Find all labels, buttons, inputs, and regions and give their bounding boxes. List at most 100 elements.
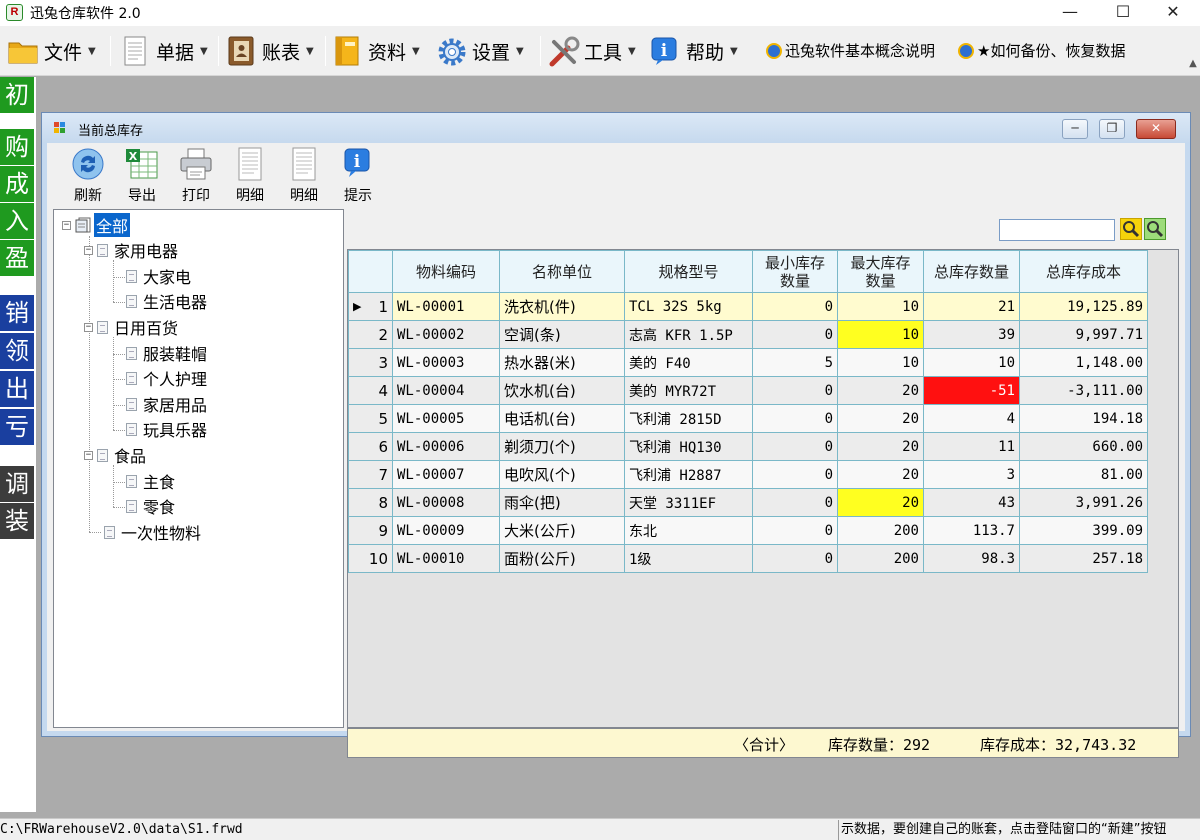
cell-spec[interactable]: 飞利浦 H2887	[624, 460, 753, 489]
toolbar-tips-button[interactable]: i 提示	[333, 147, 383, 207]
cell-code[interactable]: WL-00008	[392, 488, 500, 517]
menu-data[interactable]: 资料 ▼	[332, 34, 420, 68]
menu-help[interactable]: i 帮助 ▼	[650, 34, 738, 68]
tree-node-home-goods[interactable]: 家居用品	[126, 393, 207, 415]
cell-qty[interactable]: 98.3	[923, 544, 1020, 573]
table-row[interactable]: 2 WL-00002 空调(条) 志高 KFR 1.5P 0 10 39 9,997.71	[348, 320, 1148, 349]
tree-node-snacks[interactable]: 零食	[126, 495, 175, 517]
toolbar-print-button[interactable]: 打印	[171, 147, 221, 207]
cell-min[interactable]: 0	[752, 320, 838, 349]
maximize-button[interactable]: ☐	[1100, 0, 1146, 26]
sidebar-btn-transfer[interactable]: 调	[0, 466, 34, 502]
cell-cost[interactable]: 257.18	[1019, 544, 1148, 573]
cell-min[interactable]: 0	[752, 292, 838, 321]
cell-qty[interactable]: 3	[923, 460, 1020, 489]
cell-code[interactable]: WL-00003	[392, 348, 500, 377]
toolbar-refresh-button[interactable]: 刷新	[63, 147, 113, 207]
cell-cost[interactable]: 19,125.89	[1019, 292, 1148, 321]
col-header-min[interactable]: 最小库存 数量	[752, 250, 838, 293]
tree-node-food[interactable]: − 食品	[84, 444, 146, 466]
table-row[interactable]: 3 WL-00003 热水器(米) 美的 F40 5 10 10 1,148.00	[348, 348, 1148, 377]
search-button[interactable]	[1120, 218, 1142, 240]
cell-name[interactable]: 面粉(公斤)	[499, 544, 625, 573]
minimize-button[interactable]: —	[1047, 0, 1093, 26]
cell-min[interactable]: 0	[752, 376, 838, 405]
cell-qty[interactable]: 113.7	[923, 516, 1020, 545]
row-number[interactable]: 7	[348, 460, 393, 489]
cell-min[interactable]: 0	[752, 544, 838, 573]
row-number[interactable]: 8	[348, 488, 393, 517]
cell-qty[interactable]: 11	[923, 432, 1020, 461]
search-input[interactable]	[999, 219, 1115, 241]
cell-spec[interactable]: 美的 F40	[624, 348, 753, 377]
cell-spec[interactable]: 美的 MYR72T	[624, 376, 753, 405]
cell-spec[interactable]: 1级	[624, 544, 753, 573]
tree-node-apparel[interactable]: 服装鞋帽	[126, 342, 207, 364]
menu-file[interactable]: 文件 ▼	[8, 34, 96, 68]
menu-overflow-chevron-icon[interactable]: ▲	[1186, 58, 1200, 72]
sidebar-btn-loss[interactable]: 亏	[0, 409, 34, 445]
tree-node-disposables[interactable]: 一次性物料	[104, 521, 201, 543]
cell-spec[interactable]: 飞利浦 2815D	[624, 404, 753, 433]
sidebar-btn-requisition[interactable]: 领	[0, 333, 34, 369]
cell-cost[interactable]: 660.00	[1019, 432, 1148, 461]
table-row[interactable]: 7 WL-00007 电吹风(个) 飞利浦 H2887 0 20 3 81.00	[348, 460, 1148, 489]
row-number[interactable]: 2	[348, 320, 393, 349]
cell-code[interactable]: WL-00007	[392, 460, 500, 489]
link-concept-guide[interactable]: 迅兔软件基本概念说明	[766, 40, 935, 61]
tree-node-root[interactable]: − 全部	[62, 213, 131, 237]
cell-max[interactable]: 200	[837, 516, 924, 545]
collapse-icon[interactable]: −	[84, 245, 93, 255]
sidebar-btn-surplus[interactable]: 盈	[0, 240, 34, 276]
table-row[interactable]: ▶ 1 WL-00001 洗衣机(件) TCL 32S 5kg 0 10 21 19,125.8…	[348, 292, 1148, 321]
child-restore-button[interactable]: ❐	[1099, 119, 1125, 139]
cell-qty[interactable]: 21	[923, 292, 1020, 321]
row-number[interactable]: 6	[348, 432, 393, 461]
cell-qty[interactable]: 43	[923, 488, 1020, 517]
cell-max[interactable]: 10	[837, 348, 924, 377]
col-header-name[interactable]: 名称单位	[499, 250, 625, 293]
cell-name[interactable]: 空调(条)	[499, 320, 625, 349]
sidebar-btn-sales[interactable]: 销	[0, 295, 34, 331]
cell-name[interactable]: 热水器(米)	[499, 348, 625, 377]
row-number[interactable]: 10	[348, 544, 393, 573]
cell-min[interactable]: 5	[752, 348, 838, 377]
cell-min[interactable]: 0	[752, 488, 838, 517]
sidebar-btn-purchase[interactable]: 购	[0, 129, 34, 165]
cell-max[interactable]: 10	[837, 320, 924, 349]
cell-cost[interactable]: 399.09	[1019, 516, 1148, 545]
cell-name[interactable]: 电吹风(个)	[499, 460, 625, 489]
cell-qty[interactable]: 10	[923, 348, 1020, 377]
cell-max[interactable]: 20	[837, 488, 924, 517]
toolbar-export-button[interactable]: X 导出	[117, 147, 167, 207]
table-row[interactable]: 8 WL-00008 雨伞(把) 天堂 3311EF 0 20 43 3,991.26	[348, 488, 1148, 517]
cell-code[interactable]: WL-00004	[392, 376, 500, 405]
table-row[interactable]: 4 WL-00004 饮水机(台) 美的 MYR72T 0 20 -51 -3,111.00	[348, 376, 1148, 405]
cell-min[interactable]: 0	[752, 516, 838, 545]
tree-node-daily-goods[interactable]: − 日用百货	[84, 316, 178, 338]
toolbar-detail-button[interactable]: 明细	[225, 147, 275, 207]
row-number[interactable]: 9	[348, 516, 393, 545]
cell-code[interactable]: WL-00002	[392, 320, 500, 349]
menu-settings[interactable]: 设置 ▼	[436, 34, 524, 68]
cell-min[interactable]: 0	[752, 404, 838, 433]
tree-node-appliances[interactable]: − 家用电器	[84, 239, 178, 261]
cell-spec[interactable]: 志高 KFR 1.5P	[624, 320, 753, 349]
cell-cost[interactable]: 194.18	[1019, 404, 1148, 433]
collapse-icon[interactable]: −	[84, 322, 93, 332]
col-header-qty[interactable]: 总库存数量	[923, 250, 1020, 293]
col-header-code[interactable]: 物料编码	[392, 250, 500, 293]
col-header-cost[interactable]: 总库存成本	[1019, 250, 1148, 293]
link-backup-restore[interactable]: ★如何备份、恢复数据	[958, 40, 1125, 61]
cell-qty[interactable]: 4	[923, 404, 1020, 433]
cell-code[interactable]: WL-00006	[392, 432, 500, 461]
cell-max[interactable]: 10	[837, 292, 924, 321]
cell-code[interactable]: WL-00005	[392, 404, 500, 433]
cell-spec[interactable]: 天堂 3311EF	[624, 488, 753, 517]
child-close-button[interactable]: ✕	[1136, 119, 1176, 139]
sidebar-btn-opening[interactable]: 初	[0, 77, 34, 113]
cell-cost[interactable]: -3,111.00	[1019, 376, 1148, 405]
cell-cost[interactable]: 1,148.00	[1019, 348, 1148, 377]
cell-max[interactable]: 20	[837, 432, 924, 461]
close-button[interactable]: ✕	[1150, 0, 1196, 26]
